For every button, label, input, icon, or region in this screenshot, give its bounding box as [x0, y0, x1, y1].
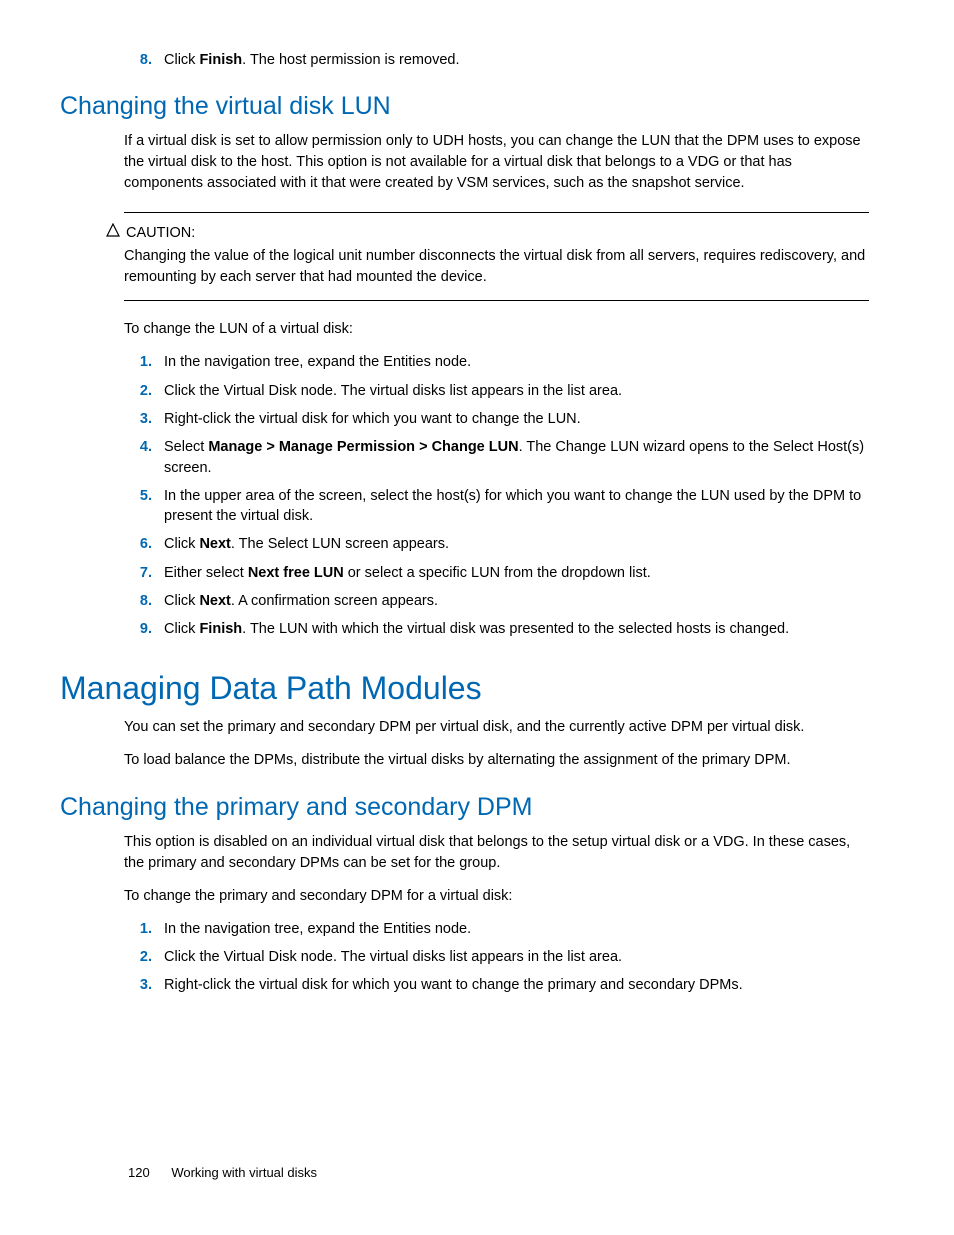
- step-7: 7. Either select Next free LUN or select…: [130, 563, 869, 583]
- caution-label: CAUTION:: [126, 225, 195, 241]
- step-list-dpm: 1. In the navigation tree, expand the En…: [130, 919, 869, 996]
- step-body: In the upper area of the screen, select …: [164, 486, 869, 527]
- footer-title: Working with virtual disks: [171, 1165, 317, 1180]
- page-number: 120: [128, 1165, 150, 1180]
- step-body: In the navigation tree, expand the Entit…: [164, 919, 869, 939]
- step-body: Click Next. A confirmation screen appear…: [164, 591, 869, 611]
- step-number: 1.: [130, 352, 164, 372]
- step-5: 5. In the upper area of the screen, sele…: [130, 486, 869, 527]
- step-6: 6. Click Next. The Select LUN screen app…: [130, 534, 869, 554]
- caution-icon: [106, 223, 120, 242]
- step-1: 1. In the navigation tree, expand the En…: [130, 919, 869, 939]
- step-2: 2. Click the Virtual Disk node. The virt…: [130, 381, 869, 401]
- step-9: 9. Click Finish. The LUN with which the …: [130, 619, 869, 639]
- step-number: 5.: [130, 486, 164, 527]
- step-number: 3.: [130, 409, 164, 429]
- step-list-top: 8. Click Finish. The host permission is …: [130, 50, 869, 70]
- step-1: 1. In the navigation tree, expand the En…: [130, 352, 869, 372]
- step-number: 8.: [130, 591, 164, 611]
- step-body: Click the Virtual Disk node. The virtual…: [164, 381, 869, 401]
- heading-managing-dpm: Managing Data Path Modules: [60, 670, 869, 707]
- heading-changing-dpm: Changing the primary and secondary DPM: [60, 793, 869, 822]
- step-3: 3. Right-click the virtual disk for whic…: [130, 975, 869, 995]
- intro-paragraph: If a virtual disk is set to allow permis…: [124, 131, 869, 194]
- step-body: Either select Next free LUN or select a …: [164, 563, 869, 583]
- paragraph: To load balance the DPMs, distribute the…: [124, 750, 869, 771]
- step-body: Click Finish. The LUN with which the vir…: [164, 619, 869, 639]
- step-body: In the navigation tree, expand the Entit…: [164, 352, 869, 372]
- step-number: 9.: [130, 619, 164, 639]
- step-body: Click the Virtual Disk node. The virtual…: [164, 947, 869, 967]
- paragraph: You can set the primary and secondary DP…: [124, 717, 869, 738]
- step-number: 1.: [130, 919, 164, 939]
- step-number: 2.: [130, 381, 164, 401]
- intro-paragraph: This option is disabled on an individual…: [124, 832, 869, 874]
- step-number: 2.: [130, 947, 164, 967]
- step-body: Click Finish. The host permission is rem…: [164, 50, 869, 70]
- page: 8. Click Finish. The host permission is …: [0, 0, 954, 1235]
- lead-text: To change the LUN of a virtual disk:: [124, 319, 869, 340]
- step-number: 7.: [130, 563, 164, 583]
- caution-body: Changing the value of the logical unit n…: [124, 246, 869, 288]
- step-8-top: 8. Click Finish. The host permission is …: [130, 50, 869, 70]
- step-list-lun: 1. In the navigation tree, expand the En…: [130, 352, 869, 639]
- caution-block: CAUTION: Changing the value of the logic…: [124, 212, 869, 301]
- step-number: 4.: [130, 437, 164, 478]
- heading-changing-lun: Changing the virtual disk LUN: [60, 92, 869, 121]
- step-3: 3. Right-click the virtual disk for whic…: [130, 409, 869, 429]
- caution-header: CAUTION:: [124, 223, 869, 242]
- step-4: 4. Select Manage > Manage Permission > C…: [130, 437, 869, 478]
- step-body: Right-click the virtual disk for which y…: [164, 975, 869, 995]
- step-body: Click Next. The Select LUN screen appear…: [164, 534, 869, 554]
- lead-text: To change the primary and secondary DPM …: [124, 886, 869, 907]
- step-number: 6.: [130, 534, 164, 554]
- step-2: 2. Click the Virtual Disk node. The virt…: [130, 947, 869, 967]
- step-body: Right-click the virtual disk for which y…: [164, 409, 869, 429]
- step-number: 8.: [130, 50, 164, 70]
- page-footer: 120 Working with virtual disks: [128, 1165, 317, 1180]
- step-body: Select Manage > Manage Permission > Chan…: [164, 437, 869, 478]
- step-8: 8. Click Next. A confirmation screen app…: [130, 591, 869, 611]
- step-number: 3.: [130, 975, 164, 995]
